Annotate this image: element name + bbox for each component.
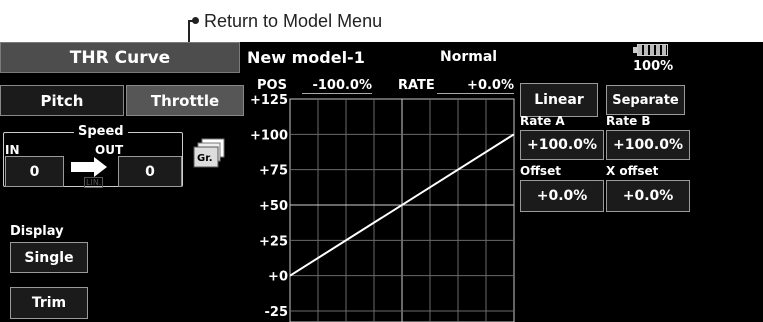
offset-label: Offset	[520, 164, 561, 178]
rate-a-button[interactable]: +100.0%	[520, 130, 604, 160]
y-tick-label: +125	[250, 93, 288, 108]
y-tick-label: +0	[268, 270, 288, 285]
y-tick-label: +25	[259, 234, 288, 249]
y-tick-label: +75	[259, 164, 288, 179]
linear-button[interactable]: Linear	[520, 83, 598, 117]
radio-screen: THR Curve New model-1 Normal 100% Pitch …	[0, 42, 763, 322]
rate-b-button[interactable]: +100.0%	[606, 130, 690, 160]
x-offset-label: X offset	[606, 164, 659, 178]
y-tick-label: +50	[259, 199, 288, 214]
x-offset-button[interactable]: +0.0%	[606, 180, 690, 212]
rate-a-label: Rate A	[520, 114, 565, 128]
rate-a-value: +100.0%	[526, 137, 598, 153]
separate-button-label: Separate	[612, 92, 679, 108]
callout-text: Return to Model Menu	[204, 11, 383, 31]
y-tick-label: +100	[250, 128, 288, 143]
x-offset-value: +0.0%	[622, 188, 674, 204]
rate-b-value: +100.0%	[612, 137, 684, 153]
offset-value: +0.0%	[536, 188, 588, 204]
callout-bullet	[192, 17, 199, 24]
offset-button[interactable]: +0.0%	[520, 180, 604, 212]
rate-b-label: Rate B	[606, 114, 651, 128]
linear-button-label: Linear	[534, 92, 584, 108]
y-tick-label: -25	[265, 305, 289, 320]
callout-annotation: Return to Model Menu	[188, 3, 590, 46]
separate-button[interactable]: Separate	[606, 85, 685, 115]
